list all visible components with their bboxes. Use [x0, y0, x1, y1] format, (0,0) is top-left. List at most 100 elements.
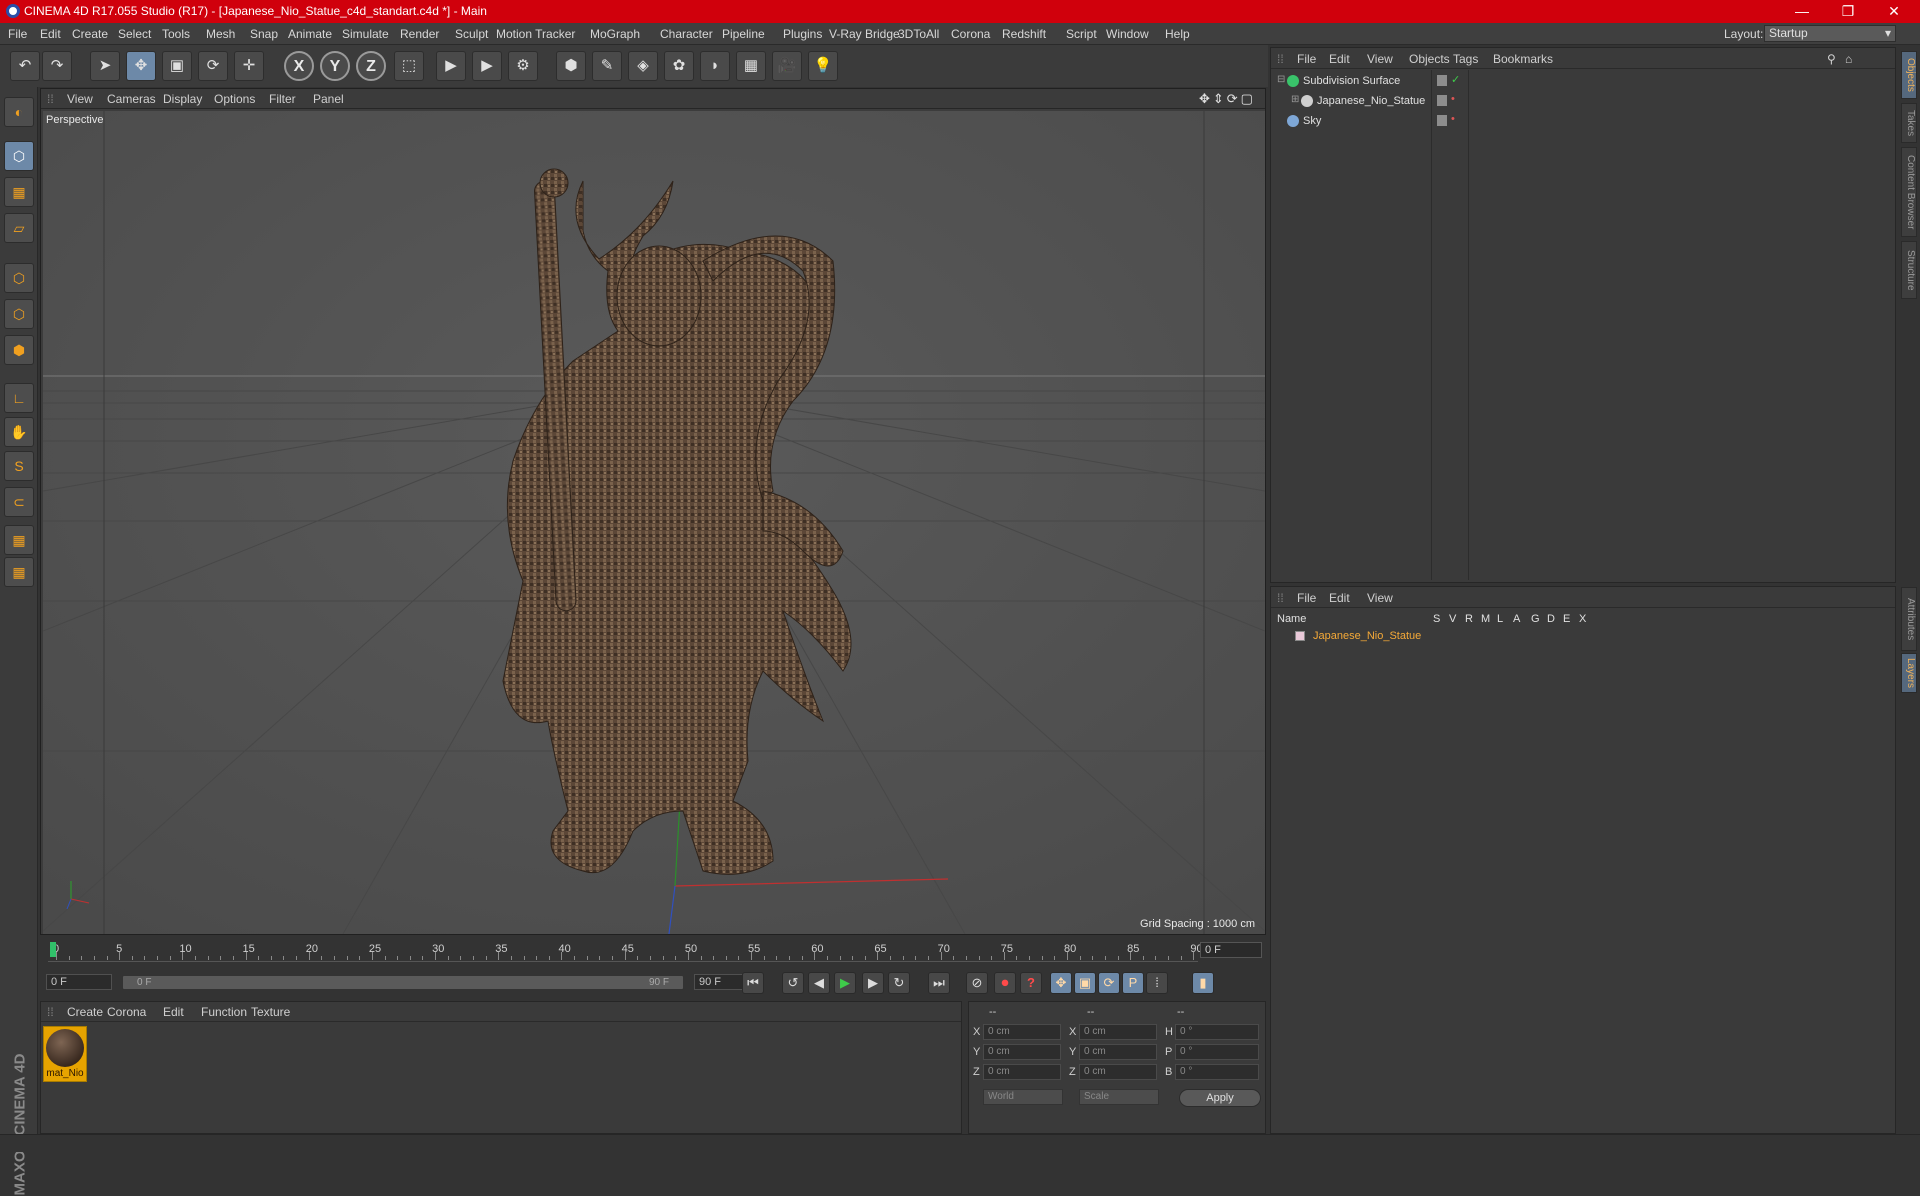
locked-workplane-icon[interactable]: ▦ — [4, 557, 34, 587]
object-row[interactable]: ⊟ Subdivision Surface ✓ — [1273, 72, 1893, 90]
coordinate-system-icon[interactable]: ⬚ — [394, 51, 424, 81]
x-axis-icon[interactable]: X — [284, 51, 314, 81]
apply-button[interactable]: Apply — [1179, 1089, 1261, 1107]
previous-key-icon[interactable]: ↺ — [782, 972, 804, 994]
render-visibility-dot[interactable]: • — [1451, 93, 1455, 105]
layer-row[interactable]: Japanese_Nio_Statue — [1273, 627, 1893, 645]
tab-takes[interactable]: Takes — [1901, 103, 1917, 143]
multi-tool-icon[interactable]: ✛ — [234, 51, 264, 81]
coord-size-field[interactable]: 0 cm — [1079, 1044, 1157, 1060]
menu-file[interactable]: File — [8, 27, 27, 41]
start-frame-field[interactable]: 0 F — [46, 974, 112, 990]
menu-select[interactable]: Select — [118, 27, 151, 41]
camera-icon[interactable]: 🎥 — [772, 51, 802, 81]
editor-visibility-icon[interactable] — [1437, 115, 1447, 126]
solo-icon[interactable]: S — [4, 451, 34, 481]
timeline-ruler[interactable]: 0 5 10 15 20 25 30 35 40 45 50 55 60 65 70 75 80 85 90 0 F — [40, 937, 1266, 965]
object-name[interactable]: Japanese_Nio_Statue — [1317, 95, 1425, 107]
preview-range-slider[interactable]: 0 F 90 F — [122, 975, 684, 990]
render-view-icon[interactable]: ▶ — [436, 51, 466, 81]
scale-icon[interactable]: ▣ — [162, 51, 192, 81]
menu-create[interactable]: Create — [72, 27, 108, 41]
material-menu-edit[interactable]: Edit — [163, 1005, 184, 1019]
param-key-icon[interactable]: P — [1122, 972, 1144, 994]
layer-name[interactable]: Japanese_Nio_Statue — [1313, 630, 1421, 642]
search-icon[interactable]: ⚲ — [1827, 52, 1836, 66]
tab-structure[interactable]: Structure — [1901, 241, 1917, 299]
editor-visibility-icon[interactable] — [1437, 95, 1447, 106]
live-select-icon[interactable]: ➤ — [90, 51, 120, 81]
keyframe-help-icon[interactable]: ? — [1020, 972, 1042, 994]
minimize-button[interactable]: — — [1782, 1, 1822, 21]
snap-magnet-icon[interactable]: ⊂ — [4, 487, 34, 517]
rotate-key-icon[interactable]: ⟳ — [1098, 972, 1120, 994]
render-settings-icon[interactable]: ⚙ — [508, 51, 538, 81]
light-icon[interactable]: 💡 — [808, 51, 838, 81]
menu-character[interactable]: Character — [660, 27, 713, 41]
material-thumbnail[interactable]: mat_Nio — [43, 1026, 87, 1082]
material-menu-texture[interactable]: Texture — [251, 1005, 290, 1019]
enable-snapping-icon[interactable]: ▦ — [4, 525, 34, 555]
tab-attributes[interactable]: Attributes — [1901, 587, 1917, 651]
move-icon[interactable]: ✥ — [126, 51, 156, 81]
redo-icon[interactable]: ↷ — [42, 51, 72, 81]
viewport-menu-panel[interactable]: Panel — [313, 92, 344, 106]
object-name[interactable]: Subdivision Surface — [1303, 75, 1400, 87]
viewport-menu-filter[interactable]: Filter — [269, 92, 296, 106]
timeline-window-icon[interactable]: ▮ — [1192, 972, 1214, 994]
restore-button[interactable]: ❐ — [1828, 1, 1868, 21]
tab-objects[interactable]: Objects — [1901, 51, 1917, 99]
object-name[interactable]: Sky — [1303, 115, 1321, 127]
tab-content-browser[interactable]: Content Browser — [1901, 147, 1917, 237]
objects-menu-file[interactable]: File — [1297, 52, 1316, 66]
cloner-icon[interactable]: ✿ — [664, 51, 694, 81]
axis-mode-icon[interactable]: ∟ — [4, 383, 34, 413]
y-axis-icon[interactable]: Y — [320, 51, 350, 81]
make-editable-icon[interactable]: ◐ — [4, 97, 34, 127]
coord-rotation-field[interactable]: 0 ° — [1175, 1044, 1259, 1060]
menu-pipeline[interactable]: Pipeline — [722, 27, 765, 41]
menu-edit[interactable]: Edit — [40, 27, 61, 41]
menu-script[interactable]: Script — [1066, 27, 1097, 41]
close-button[interactable]: ✕ — [1874, 1, 1914, 21]
menu-redshift[interactable]: Redshift — [1002, 27, 1046, 41]
model-mode-icon[interactable]: ⬡ — [4, 141, 34, 171]
objects-menu-bookmarks[interactable]: Bookmarks — [1493, 52, 1553, 66]
play-icon[interactable]: ▶ — [834, 972, 856, 994]
viewport-nav-icons[interactable]: ✥ — [1211, 111, 1222, 112]
coord-size-field[interactable]: 0 cm — [1079, 1024, 1157, 1040]
menu-sculpt[interactable]: Sculpt — [455, 27, 488, 41]
z-axis-icon[interactable]: Z — [356, 51, 386, 81]
step-forward-icon[interactable]: ▶ — [862, 972, 884, 994]
editor-visibility-icon[interactable] — [1437, 75, 1447, 86]
viewport-navigation-icons[interactable]: ✥⇕⟳▢ — [1199, 91, 1256, 107]
render-visibility-dot[interactable]: • — [1451, 113, 1455, 125]
coord-rotation-field[interactable]: 0 ° — [1175, 1024, 1259, 1040]
menu-3dtoall[interactable]: 3DToAll — [898, 27, 939, 41]
viewport-canvas[interactable]: ✥ Perspective Grid Spacing : 1000 cm — [43, 111, 1265, 934]
menu-plugins[interactable]: Plugins — [783, 27, 822, 41]
points-mode-icon[interactable]: ⬡ — [4, 263, 34, 293]
material-menu-corona[interactable]: Corona — [107, 1005, 146, 1019]
floor-icon[interactable]: ▦ — [736, 51, 766, 81]
record-disabled-icon[interactable]: ⊘ — [966, 972, 988, 994]
menu-render[interactable]: Render — [400, 27, 439, 41]
move-key-icon[interactable]: ✥ — [1050, 972, 1072, 994]
coord-position-field[interactable]: 0 cm — [983, 1044, 1061, 1060]
layers-menu-view[interactable]: View — [1367, 591, 1393, 605]
frame-ruler[interactable]: 0 5 10 15 20 25 30 35 40 45 50 55 60 65 70 75 80 85 90 — [48, 940, 1203, 962]
subdivision-icon[interactable]: ◈ — [628, 51, 658, 81]
menu-mesh[interactable]: Mesh — [206, 27, 235, 41]
menu-mograph[interactable]: MoGraph — [590, 27, 640, 41]
home-icon[interactable]: ⌂ — [1845, 52, 1852, 66]
object-row[interactable]: ⊞ Japanese_Nio_Statue • — [1273, 92, 1893, 110]
objects-menu-tags[interactable]: Tags — [1453, 52, 1478, 66]
undo-icon[interactable]: ↶ — [10, 51, 40, 81]
viewport-menu-cameras[interactable]: Cameras — [107, 92, 156, 106]
step-back-icon[interactable]: ◀ — [808, 972, 830, 994]
coord-rotation-field[interactable]: 0 ° — [1175, 1064, 1259, 1080]
coord-position-field[interactable]: 0 cm — [983, 1064, 1061, 1080]
cube-icon[interactable]: ⬢ — [556, 51, 586, 81]
polygons-mode-icon[interactable]: ⬢ — [4, 335, 34, 365]
menu-window[interactable]: Window — [1106, 27, 1149, 41]
